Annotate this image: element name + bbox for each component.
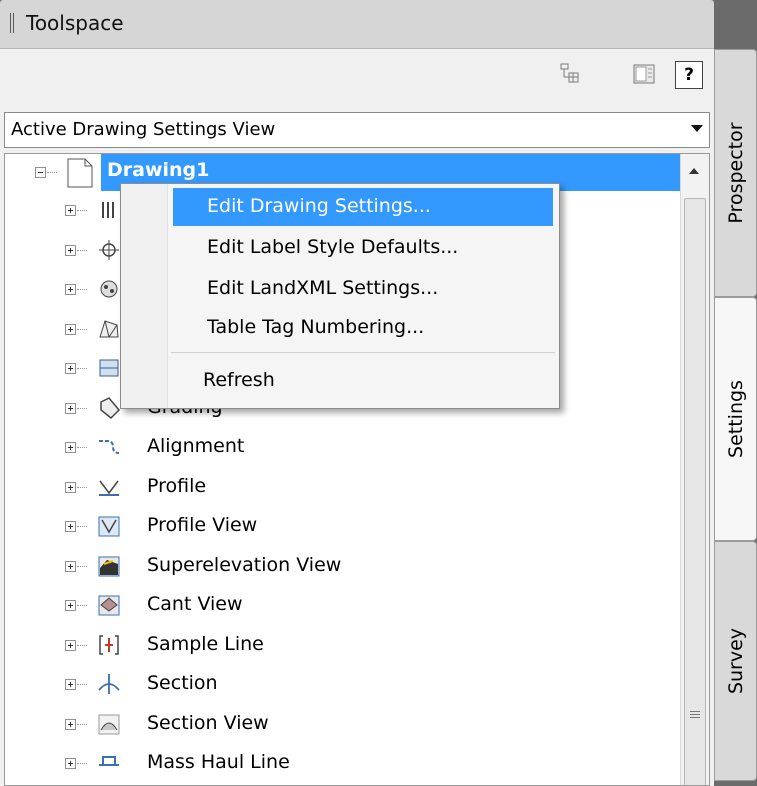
tree-item[interactable]: Alignment	[5, 429, 681, 467]
tree-connector	[77, 249, 87, 251]
surface-icon	[99, 319, 119, 337]
drawing-icon	[67, 158, 93, 188]
expand-icon[interactable]	[65, 481, 76, 493]
cant-view-icon	[98, 595, 120, 616]
tree-connector	[77, 684, 87, 685]
tree-item[interactable]: Profile	[5, 469, 681, 507]
expand-icon[interactable]	[65, 758, 76, 769]
tree-connector	[77, 210, 87, 211]
expand-icon[interactable]	[65, 363, 76, 374]
expand-icon[interactable]	[65, 205, 76, 216]
expand-icon[interactable]	[65, 560, 76, 572]
menu-item-edit-label-style-defaults[interactable]: Edit Label Style Defaults...	[173, 229, 553, 267]
toolspace-panel: ? Active Drawing Settings View Drawing1 …	[0, 49, 714, 786]
help-button[interactable]: ?	[675, 61, 703, 89]
item-view-icon[interactable]	[630, 61, 658, 87]
view-select-value: Active Drawing Settings View	[11, 119, 276, 140]
menu-item-refresh[interactable]: Refresh	[169, 362, 549, 400]
tree-connector	[77, 763, 87, 764]
sample-line-icon	[99, 634, 119, 655]
context-menu: Edit Drawing Settings... Edit Label Styl…	[120, 183, 560, 409]
window-title: Toolspace	[26, 11, 124, 35]
tree-item-label: Sample Line	[147, 632, 264, 655]
expand-icon[interactable]	[65, 244, 76, 256]
tree-item-label: Mass Haul Line	[147, 751, 290, 773]
tab-prospector[interactable]: Prospector	[714, 49, 757, 297]
expand-icon[interactable]	[65, 284, 76, 295]
tree-item[interactable]: Profile View	[5, 508, 681, 546]
target-icon	[99, 239, 119, 260]
tree-item[interactable]: Section View	[5, 706, 681, 744]
chevron-down-icon[interactable]	[691, 125, 703, 132]
tree-item[interactable]: Superelevation View	[5, 548, 681, 586]
tree-connector	[77, 644, 87, 646]
tree-item-label: Section View	[147, 711, 269, 734]
tree-connector	[77, 526, 87, 527]
tree-connector	[77, 328, 87, 330]
expand-icon[interactable]	[65, 679, 76, 690]
tree-item[interactable]: Sample Line	[5, 627, 681, 665]
profile-icon	[99, 480, 119, 496]
menu-icon-gutter	[121, 184, 168, 408]
parcel-icon	[99, 359, 119, 377]
menu-separator	[171, 352, 555, 353]
expand-icon[interactable]	[65, 402, 76, 414]
tree-connector	[77, 486, 87, 488]
tree-connector	[77, 565, 87, 567]
scroll-thumb[interactable]	[684, 198, 706, 785]
menu-item-edit-landxml-settings[interactable]: Edit LandXML Settings...	[173, 270, 553, 308]
tree-item[interactable]: Mass Haul Line	[5, 745, 681, 783]
tree-item-label: Profile	[147, 474, 207, 497]
tab-survey[interactable]: Survey	[714, 541, 757, 781]
profile-view-icon	[98, 516, 120, 537]
tree-connector	[77, 289, 87, 290]
tree-connector	[77, 368, 87, 369]
expand-icon[interactable]	[65, 600, 76, 611]
mass-haul-line-icon	[99, 756, 119, 766]
toolbar: ?	[0, 49, 714, 99]
drag-grip-icon[interactable]	[10, 13, 16, 33]
view-select[interactable]: Active Drawing Settings View	[4, 112, 710, 148]
menu-item-edit-drawing-settings[interactable]: Edit Drawing Settings...	[173, 188, 553, 226]
tree-scrollbar[interactable]	[680, 154, 709, 785]
tree-item-label: Section	[147, 672, 218, 694]
tree-connector	[47, 172, 57, 173]
alignment-icon	[99, 440, 120, 454]
title-bar[interactable]: Toolspace	[0, 0, 714, 49]
superelevation-view-icon	[98, 556, 120, 576]
tree-item-label: Alignment	[147, 435, 245, 457]
collapse-icon[interactable]	[35, 167, 46, 178]
tree-connector	[77, 723, 87, 725]
scroll-up-icon[interactable]	[689, 168, 699, 174]
tree-connector	[77, 605, 87, 606]
tree-item[interactable]: Cant View	[5, 587, 681, 625]
tree-item[interactable]: Section	[5, 666, 681, 704]
tree-item-label: Profile View	[147, 514, 258, 536]
section-view-icon	[98, 714, 120, 734]
tab-settings[interactable]: Settings	[714, 297, 757, 541]
expand-icon[interactable]	[65, 718, 76, 730]
tree-item-label: Cant View	[147, 593, 243, 615]
scroll-grip-icon	[690, 711, 700, 720]
expand-icon[interactable]	[65, 323, 76, 335]
section-icon	[98, 674, 120, 694]
settings-icon	[102, 202, 114, 218]
survey-icon	[100, 280, 118, 298]
expand-icon[interactable]	[65, 639, 76, 651]
expand-icon[interactable]	[65, 442, 76, 453]
menu-item-table-tag-numbering[interactable]: Table Tag Numbering...	[173, 309, 553, 347]
tree-connector	[77, 447, 87, 448]
expand-icon[interactable]	[65, 521, 76, 532]
tree-item-label: Superelevation View	[147, 553, 342, 576]
tree-connector	[77, 407, 87, 409]
tree-view-icon[interactable]	[556, 61, 584, 87]
grading-icon	[100, 396, 121, 419]
